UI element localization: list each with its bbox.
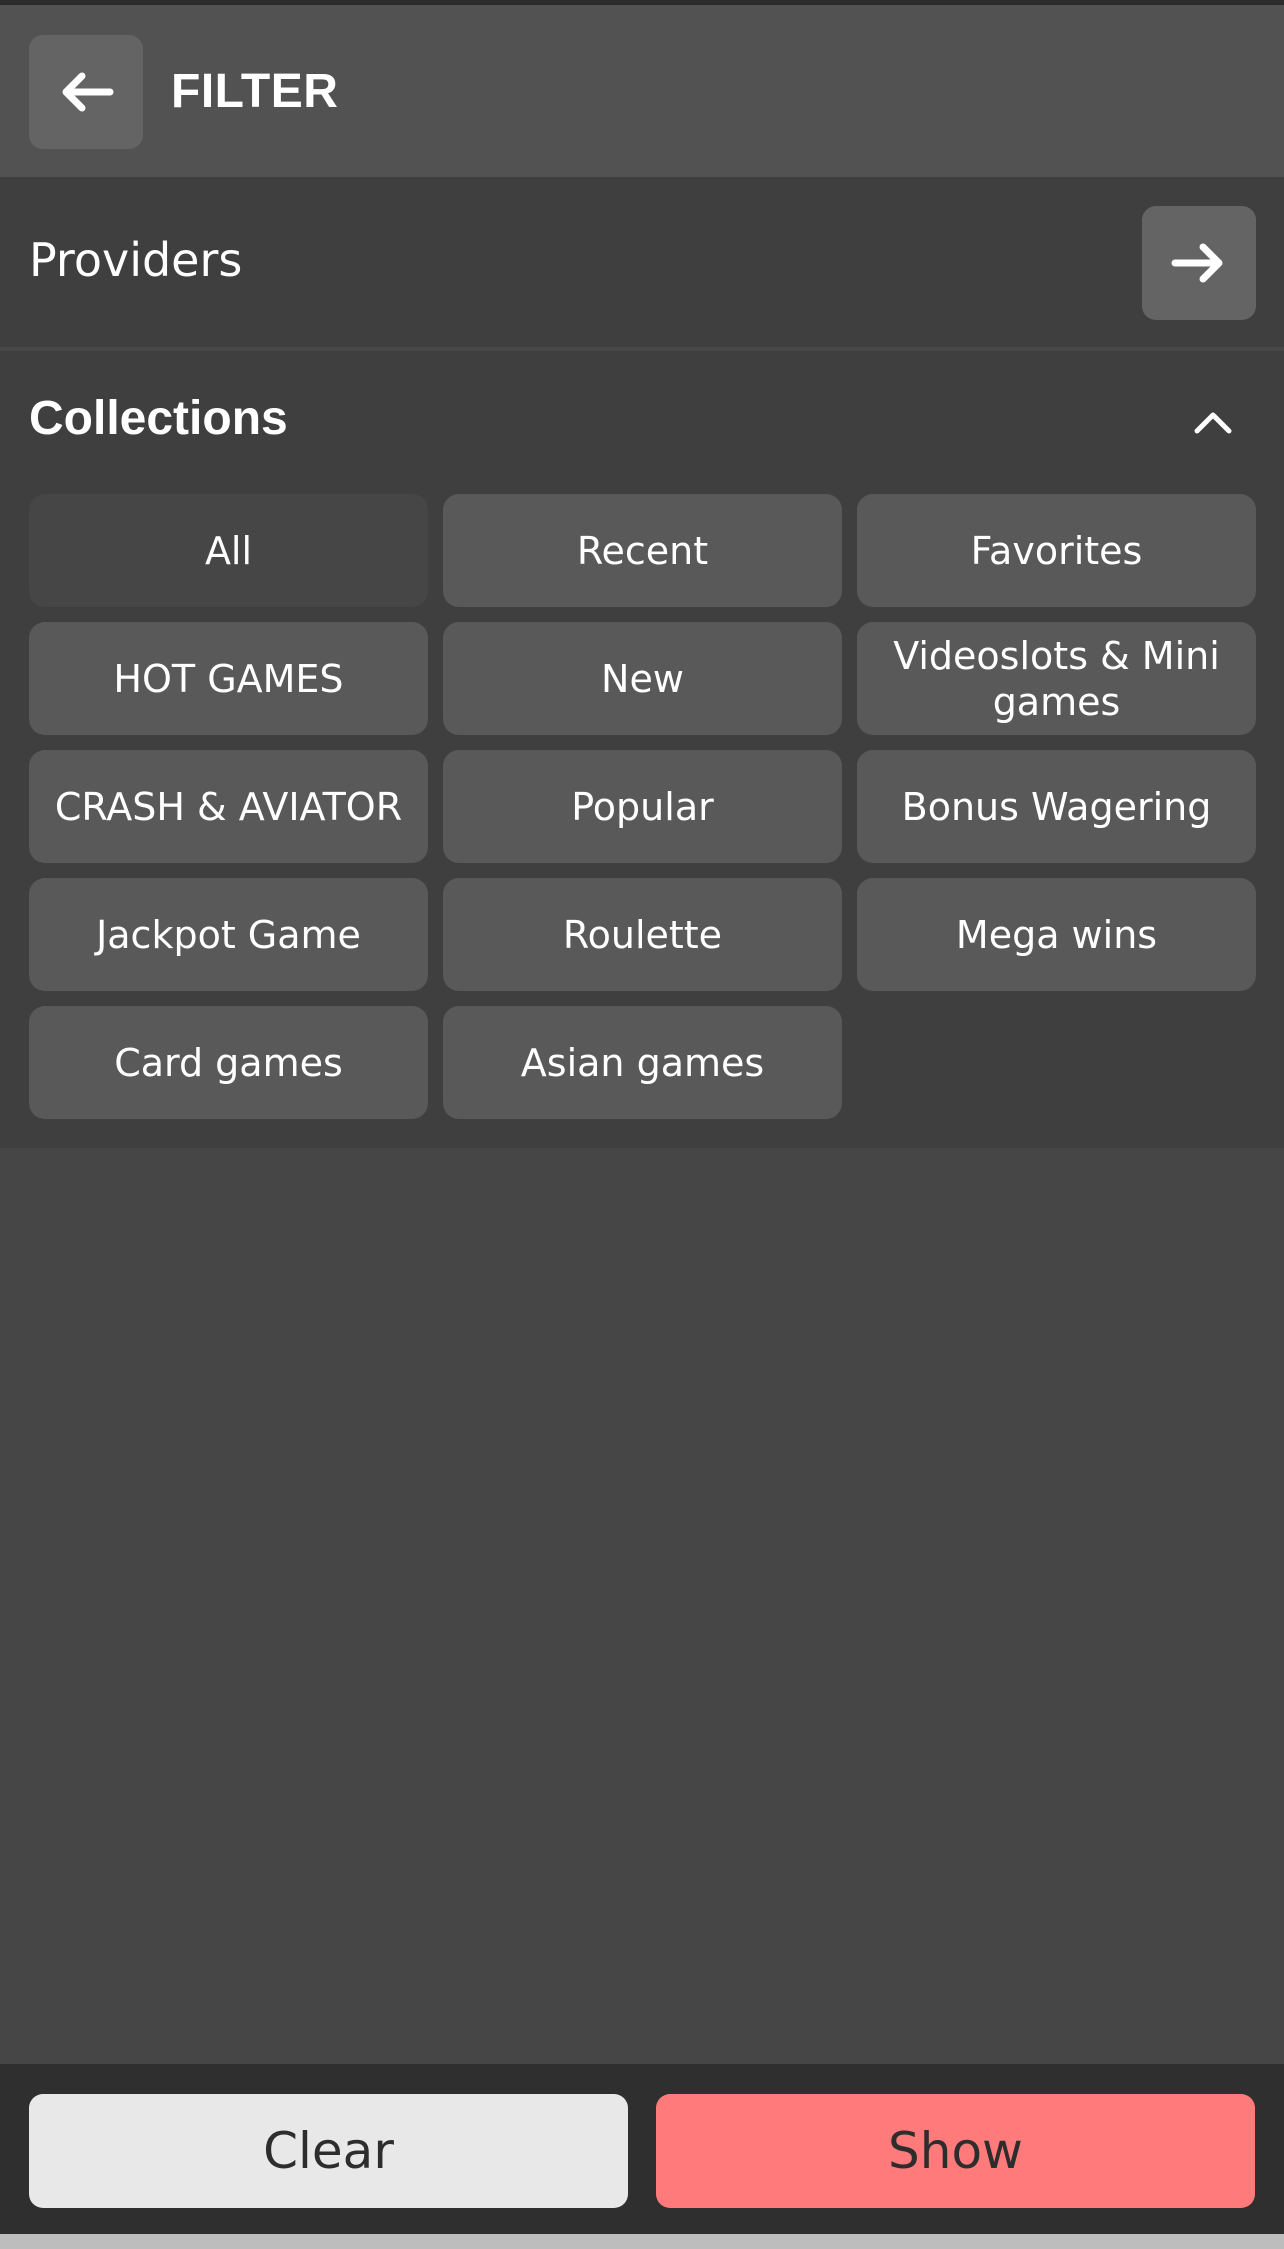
- collection-chip-popular[interactable]: Popular: [443, 750, 842, 863]
- collection-chip-asian-games[interactable]: Asian games: [443, 1006, 842, 1119]
- providers-row[interactable]: Providers: [0, 177, 1284, 351]
- clear-button[interactable]: Clear: [29, 2094, 628, 2208]
- header: FILTER: [0, 5, 1284, 177]
- show-button[interactable]: Show: [656, 2094, 1255, 2208]
- collection-chip-card-games[interactable]: Card games: [29, 1006, 428, 1119]
- collection-chip-bonus-wagering[interactable]: Bonus Wagering: [857, 750, 1256, 863]
- collection-chip-recent[interactable]: Recent: [443, 494, 842, 607]
- collection-chip-favorites[interactable]: Favorites: [857, 494, 1256, 607]
- chevron-up-icon: [1194, 412, 1232, 434]
- collections-collapse-button[interactable]: [1180, 397, 1246, 447]
- collection-chip-videoslots-mini-games[interactable]: Videoslots & Mini games: [857, 622, 1256, 735]
- back-button[interactable]: [29, 35, 143, 149]
- collection-chip-all[interactable]: All: [29, 494, 428, 607]
- collections-section: Collections All Recent Favorites HOT GAM…: [0, 351, 1284, 1148]
- collections-title: Collections: [29, 392, 288, 445]
- collections-grid: All Recent Favorites HOT GAMES New Video…: [29, 494, 1256, 1119]
- bottom-edge: [0, 2234, 1284, 2249]
- collection-chip-hot-games[interactable]: HOT GAMES: [29, 622, 428, 735]
- collection-chip-mega-wins[interactable]: Mega wins: [857, 878, 1256, 991]
- collection-chip-crash-aviator[interactable]: CRASH & AVIATOR: [29, 750, 428, 863]
- collection-chip-roulette[interactable]: Roulette: [443, 878, 842, 991]
- footer-action-bar: Clear Show: [0, 2064, 1284, 2234]
- collection-chip-jackpot-game[interactable]: Jackpot Game: [29, 878, 428, 991]
- providers-open-button[interactable]: [1142, 206, 1256, 320]
- providers-label: Providers: [29, 233, 243, 287]
- page-title: FILTER: [171, 65, 339, 118]
- collection-chip-new[interactable]: New: [443, 622, 842, 735]
- arrow-left-icon: [62, 72, 114, 112]
- arrow-right-icon: [1171, 243, 1223, 283]
